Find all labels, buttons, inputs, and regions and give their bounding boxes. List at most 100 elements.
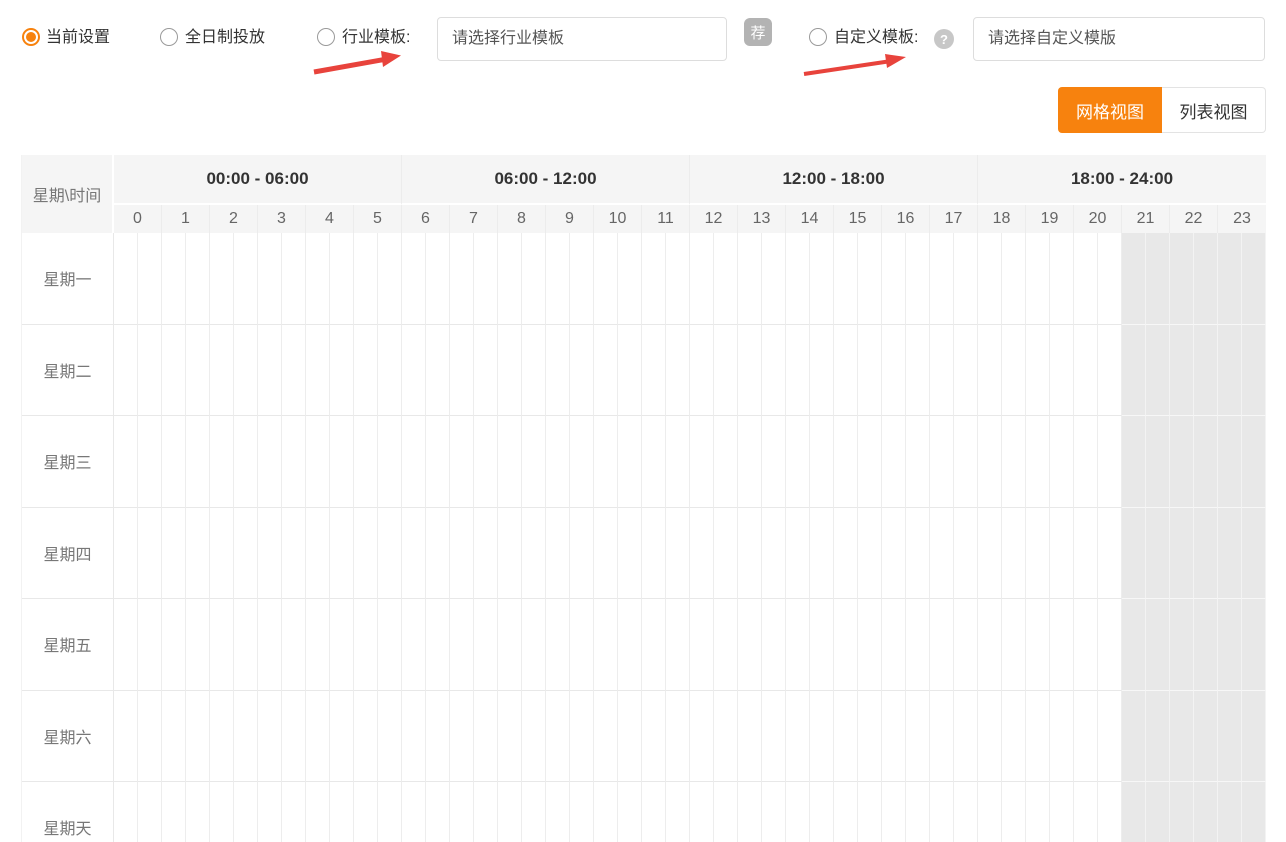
schedule-cell[interactable]: [738, 782, 762, 842]
schedule-cell[interactable]: [1146, 325, 1170, 417]
schedule-cell[interactable]: [834, 599, 858, 691]
schedule-cell[interactable]: [594, 782, 618, 842]
schedule-cell[interactable]: [834, 691, 858, 783]
schedule-cell[interactable]: [930, 233, 954, 325]
schedule-cell[interactable]: [450, 691, 474, 783]
schedule-cell[interactable]: [258, 416, 282, 508]
schedule-cell[interactable]: [786, 416, 810, 508]
schedule-cell[interactable]: [546, 691, 570, 783]
schedule-cell[interactable]: [546, 508, 570, 600]
schedule-cell[interactable]: [978, 508, 1002, 600]
schedule-cell[interactable]: [1218, 599, 1242, 691]
schedule-cell[interactable]: [186, 233, 210, 325]
grid-view-button[interactable]: 网格视图: [1058, 87, 1162, 133]
schedule-cell[interactable]: [954, 325, 978, 417]
schedule-cell[interactable]: [474, 508, 498, 600]
schedule-cell[interactable]: [1170, 233, 1194, 325]
schedule-cell[interactable]: [546, 233, 570, 325]
schedule-cell[interactable]: [1242, 325, 1266, 417]
schedule-cell[interactable]: [810, 691, 834, 783]
schedule-cell[interactable]: [474, 233, 498, 325]
schedule-cell[interactable]: [306, 782, 330, 842]
schedule-cell[interactable]: [1146, 691, 1170, 783]
schedule-cell[interactable]: [954, 233, 978, 325]
schedule-cell[interactable]: [810, 325, 834, 417]
schedule-cell[interactable]: [930, 325, 954, 417]
schedule-cell[interactable]: [1002, 325, 1026, 417]
schedule-cell[interactable]: [834, 325, 858, 417]
schedule-cell[interactable]: [1074, 508, 1098, 600]
schedule-cell[interactable]: [858, 691, 882, 783]
schedule-cell[interactable]: [690, 233, 714, 325]
schedule-cell[interactable]: [498, 599, 522, 691]
schedule-cell[interactable]: [498, 233, 522, 325]
schedule-cell[interactable]: [762, 416, 786, 508]
industry-template-select[interactable]: [437, 17, 727, 61]
schedule-cell[interactable]: [138, 508, 162, 600]
schedule-cell[interactable]: [1218, 782, 1242, 842]
schedule-cell[interactable]: [1218, 508, 1242, 600]
schedule-cell[interactable]: [1074, 691, 1098, 783]
schedule-cell[interactable]: [1026, 325, 1050, 417]
schedule-cell[interactable]: [522, 599, 546, 691]
schedule-cell[interactable]: [1242, 233, 1266, 325]
schedule-cell[interactable]: [642, 325, 666, 417]
schedule-cell[interactable]: [642, 691, 666, 783]
schedule-cell[interactable]: [930, 599, 954, 691]
schedule-cell[interactable]: [618, 782, 642, 842]
schedule-cell[interactable]: [450, 233, 474, 325]
schedule-cell[interactable]: [618, 508, 642, 600]
schedule-cell[interactable]: [474, 325, 498, 417]
schedule-cell[interactable]: [714, 233, 738, 325]
schedule-cell[interactable]: [570, 599, 594, 691]
schedule-cell[interactable]: [570, 691, 594, 783]
schedule-cell[interactable]: [618, 325, 642, 417]
schedule-cell[interactable]: [1074, 782, 1098, 842]
schedule-cell[interactable]: [546, 782, 570, 842]
schedule-cell[interactable]: [1122, 508, 1146, 600]
schedule-cell[interactable]: [786, 599, 810, 691]
schedule-cell[interactable]: [1146, 782, 1170, 842]
schedule-cell[interactable]: [354, 508, 378, 600]
schedule-cell[interactable]: [162, 233, 186, 325]
schedule-cell[interactable]: [642, 233, 666, 325]
schedule-cell[interactable]: [858, 599, 882, 691]
schedule-cell[interactable]: [306, 599, 330, 691]
schedule-cell[interactable]: [858, 233, 882, 325]
schedule-cell[interactable]: [114, 508, 138, 600]
schedule-cell[interactable]: [882, 599, 906, 691]
schedule-cell[interactable]: [810, 599, 834, 691]
schedule-cell[interactable]: [1218, 416, 1242, 508]
schedule-cell[interactable]: [882, 508, 906, 600]
schedule-cell[interactable]: [1194, 233, 1218, 325]
schedule-cell[interactable]: [978, 782, 1002, 842]
schedule-cell[interactable]: [378, 782, 402, 842]
schedule-cell[interactable]: [906, 325, 930, 417]
schedule-cell[interactable]: [906, 416, 930, 508]
radio-industry-template-label[interactable]: 行业模板:: [342, 29, 410, 47]
schedule-cell[interactable]: [210, 508, 234, 600]
schedule-cell[interactable]: [570, 416, 594, 508]
schedule-cell[interactable]: [1050, 691, 1074, 783]
schedule-cell[interactable]: [450, 325, 474, 417]
schedule-cell[interactable]: [810, 508, 834, 600]
schedule-cell[interactable]: [834, 782, 858, 842]
help-icon[interactable]: ?: [934, 29, 954, 49]
schedule-cell[interactable]: [402, 599, 426, 691]
schedule-cell[interactable]: [1098, 691, 1122, 783]
radio-current-settings[interactable]: [22, 28, 40, 46]
schedule-cell[interactable]: [594, 416, 618, 508]
schedule-cell[interactable]: [498, 508, 522, 600]
schedule-cell[interactable]: [258, 782, 282, 842]
schedule-cell[interactable]: [906, 508, 930, 600]
schedule-cell[interactable]: [282, 599, 306, 691]
schedule-cell[interactable]: [234, 325, 258, 417]
schedule-cell[interactable]: [1002, 508, 1026, 600]
schedule-cell[interactable]: [714, 325, 738, 417]
schedule-cell[interactable]: [330, 691, 354, 783]
schedule-cell[interactable]: [1218, 233, 1242, 325]
schedule-cell[interactable]: [906, 782, 930, 842]
schedule-cell[interactable]: [1122, 782, 1146, 842]
schedule-cell[interactable]: [282, 691, 306, 783]
schedule-cell[interactable]: [1002, 599, 1026, 691]
